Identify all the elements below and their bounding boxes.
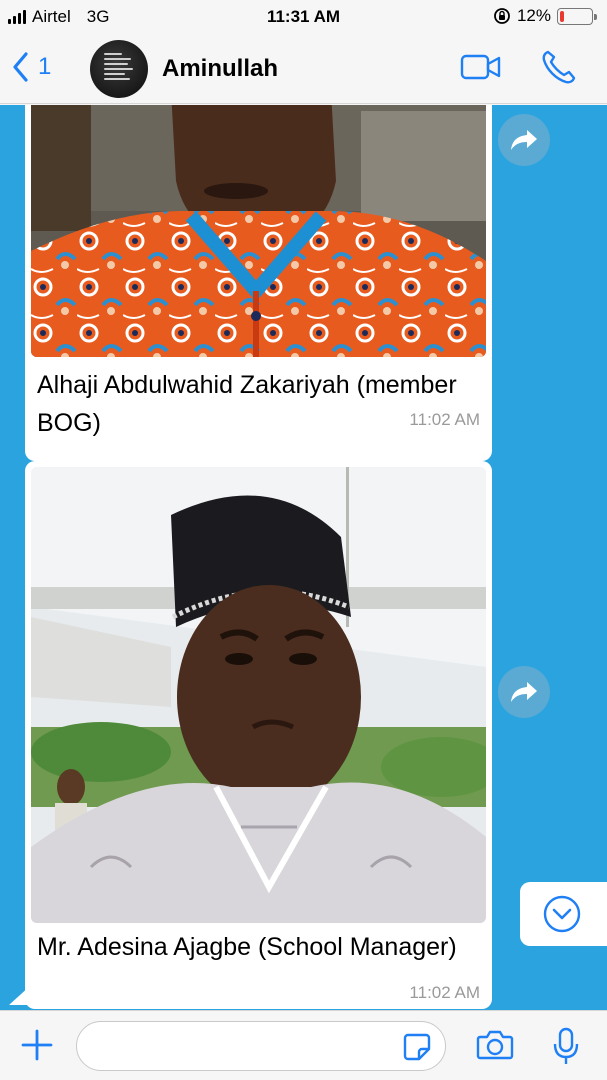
message-bubble[interactable]: Mr. Adesina Ajagbe (School Manager) 11:0…: [25, 461, 492, 1009]
chevron-left-icon: [13, 52, 28, 82]
message-caption: Mr. Adesina Ajagbe (School Manager): [37, 933, 457, 961]
microphone-icon[interactable]: [551, 1026, 581, 1066]
scroll-to-bottom-button[interactable]: [520, 882, 607, 946]
forward-icon: [511, 130, 537, 150]
message-time: 11:02 AM: [409, 983, 480, 1002]
message-caption: Alhaji Abdulwahid Zakariyah (member BOG): [37, 371, 457, 437]
unread-count: 1: [38, 53, 52, 80]
voice-call-icon[interactable]: [540, 48, 578, 86]
message-photo[interactable]: [31, 105, 486, 357]
photo-image: [31, 105, 486, 357]
avatar[interactable]: [90, 40, 148, 98]
photo-image: [31, 467, 486, 923]
status-bar: Airtel 3G 11:31 AM 12%: [0, 0, 607, 34]
chevron-down-circle-icon: [543, 895, 581, 933]
sticker-icon[interactable]: [402, 1032, 432, 1062]
message-input[interactable]: [76, 1021, 446, 1071]
status-right: 12%: [493, 6, 597, 26]
chat-area[interactable]: Alhaji Abdulwahid Zakariyah (member BOG)…: [0, 105, 607, 1010]
input-bar: [0, 1010, 607, 1080]
plus-icon[interactable]: [19, 1027, 55, 1063]
back-button[interactable]: 1: [12, 52, 51, 82]
bubble-tail: [9, 985, 31, 1005]
battery-icon: [557, 7, 597, 25]
forward-button[interactable]: [498, 666, 550, 718]
message-time: 11:02 AM: [409, 410, 480, 429]
message-photo[interactable]: [31, 467, 486, 923]
avatar-quote-graphic: [104, 53, 134, 83]
battery-percent: 12%: [516, 6, 551, 25]
battery-level: [560, 10, 564, 22]
camera-icon[interactable]: [476, 1029, 514, 1061]
chat-header: 1 Aminullah: [0, 34, 607, 104]
message-bubble[interactable]: Alhaji Abdulwahid Zakariyah (member BOG)…: [25, 105, 492, 461]
forward-icon: [511, 682, 537, 702]
orientation-lock-icon: [494, 8, 510, 24]
video-call-icon[interactable]: [460, 53, 502, 81]
contact-name[interactable]: Aminullah: [162, 55, 278, 83]
forward-button[interactable]: [498, 114, 550, 166]
